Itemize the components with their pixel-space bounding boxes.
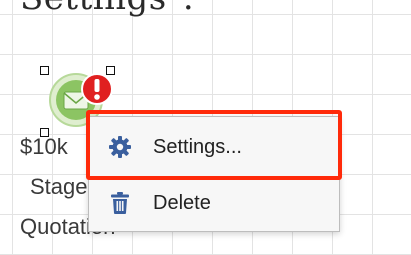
context-menu: Settings... Delete bbox=[88, 116, 340, 232]
caption-text: Settings". bbox=[20, 0, 194, 18]
exclamation-icon bbox=[80, 72, 114, 106]
menu-item-delete[interactable]: Delete bbox=[89, 177, 339, 229]
menu-item-settings-label: Settings... bbox=[153, 135, 242, 158]
menu-item-settings[interactable]: Settings... bbox=[89, 121, 339, 173]
node-amount: $10k bbox=[20, 134, 68, 159]
menu-item-delete-label: Delete bbox=[153, 191, 211, 214]
trash-icon bbox=[107, 190, 133, 216]
gear-icon bbox=[107, 134, 133, 160]
diagram-canvas[interactable]: Settings". $10k Stage Quotation bbox=[0, 0, 411, 255]
node-stage-label: Stage bbox=[30, 174, 88, 199]
